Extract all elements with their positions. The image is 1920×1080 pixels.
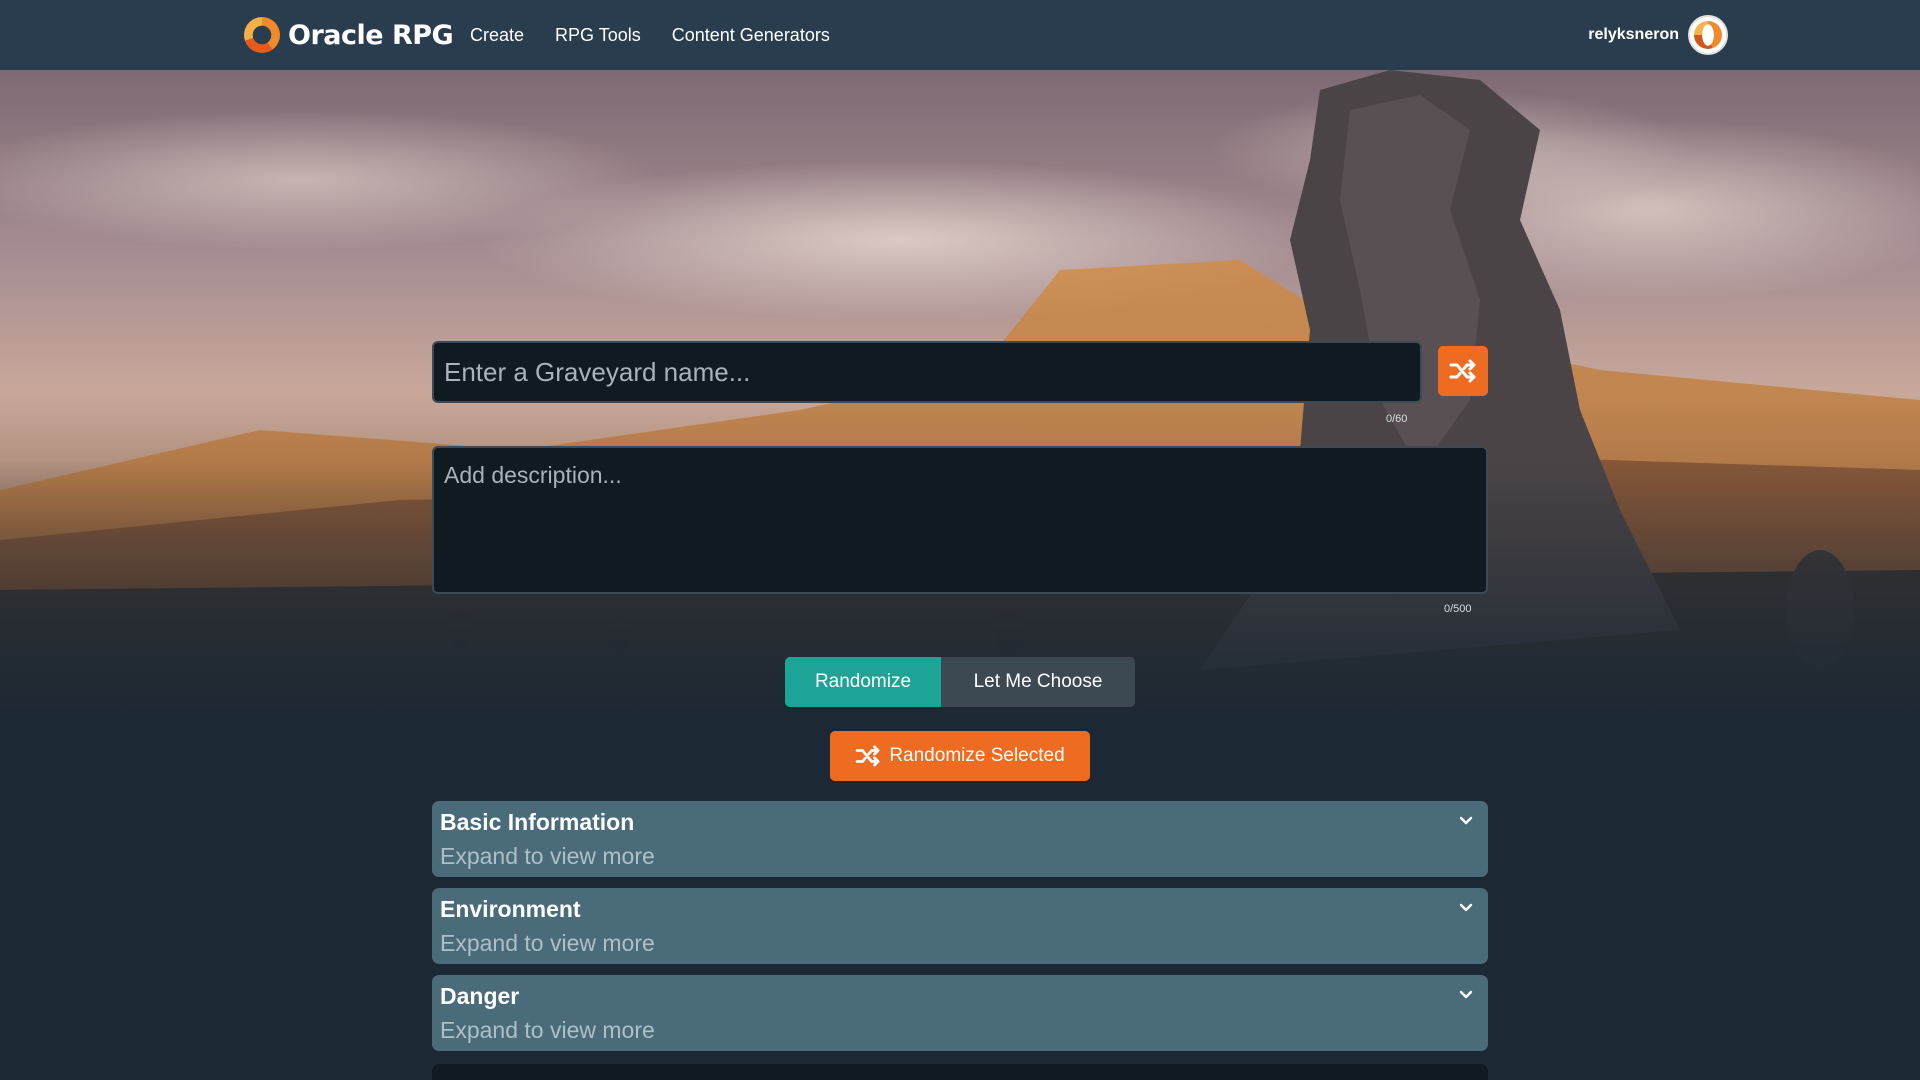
section-subtitle: Expand to view more [440,1017,655,1043]
brand-name: Oracle RPG [288,19,454,51]
main-nav: Create RPG Tools Content Generators [470,0,830,70]
randomize-selected-label: Randomize Selected [889,745,1065,766]
section-title: Environment [440,896,581,922]
chevron-down-icon[interactable] [1458,900,1474,916]
shuffle-icon [1449,359,1476,383]
section-subtitle: Expand to view more [440,843,655,869]
oracle-logo-icon [244,17,280,53]
user-menu[interactable]: relyksneron [1588,14,1728,56]
nav-link-content-generators[interactable]: Content Generators [672,25,830,46]
username: relyksneron [1588,26,1679,43]
randomize-mode-button[interactable]: Randomize [785,657,941,707]
mode-toggle: Randomize Let Me Choose [785,657,1135,707]
randomize-selected-button[interactable]: Randomize Selected [830,731,1090,781]
section-title: Basic Information [440,809,635,835]
chevron-down-icon[interactable] [1458,813,1474,829]
randomize-name-button[interactable] [1438,346,1488,396]
shuffle-icon [855,745,880,767]
description-char-counter: 0/500 [1444,603,1472,615]
section-subtitle: Expand to view more [440,930,655,956]
section-environment[interactable]: Environment Expand to view more [432,888,1488,964]
description-input[interactable] [432,446,1488,594]
name-char-counter: 0/60 [1386,413,1408,425]
avatar-logo-icon [1694,21,1722,49]
nav-link-create[interactable]: Create [470,25,524,46]
let-me-choose-mode-button[interactable]: Let Me Choose [941,657,1135,707]
chevron-down-icon[interactable] [1458,987,1474,1003]
nav-link-rpg-tools[interactable]: RPG Tools [555,25,641,46]
next-section-edge [432,1064,1488,1080]
section-basic-information[interactable]: Basic Information Expand to view more [432,801,1488,877]
section-danger[interactable]: Danger Expand to view more [432,975,1488,1051]
graveyard-name-input[interactable] [432,341,1422,403]
section-title: Danger [440,983,520,1009]
avatar[interactable] [1688,15,1728,55]
brand[interactable]: Oracle RPG [244,14,454,56]
navbar: Oracle RPG Create RPG Tools Content Gene… [0,0,1920,70]
